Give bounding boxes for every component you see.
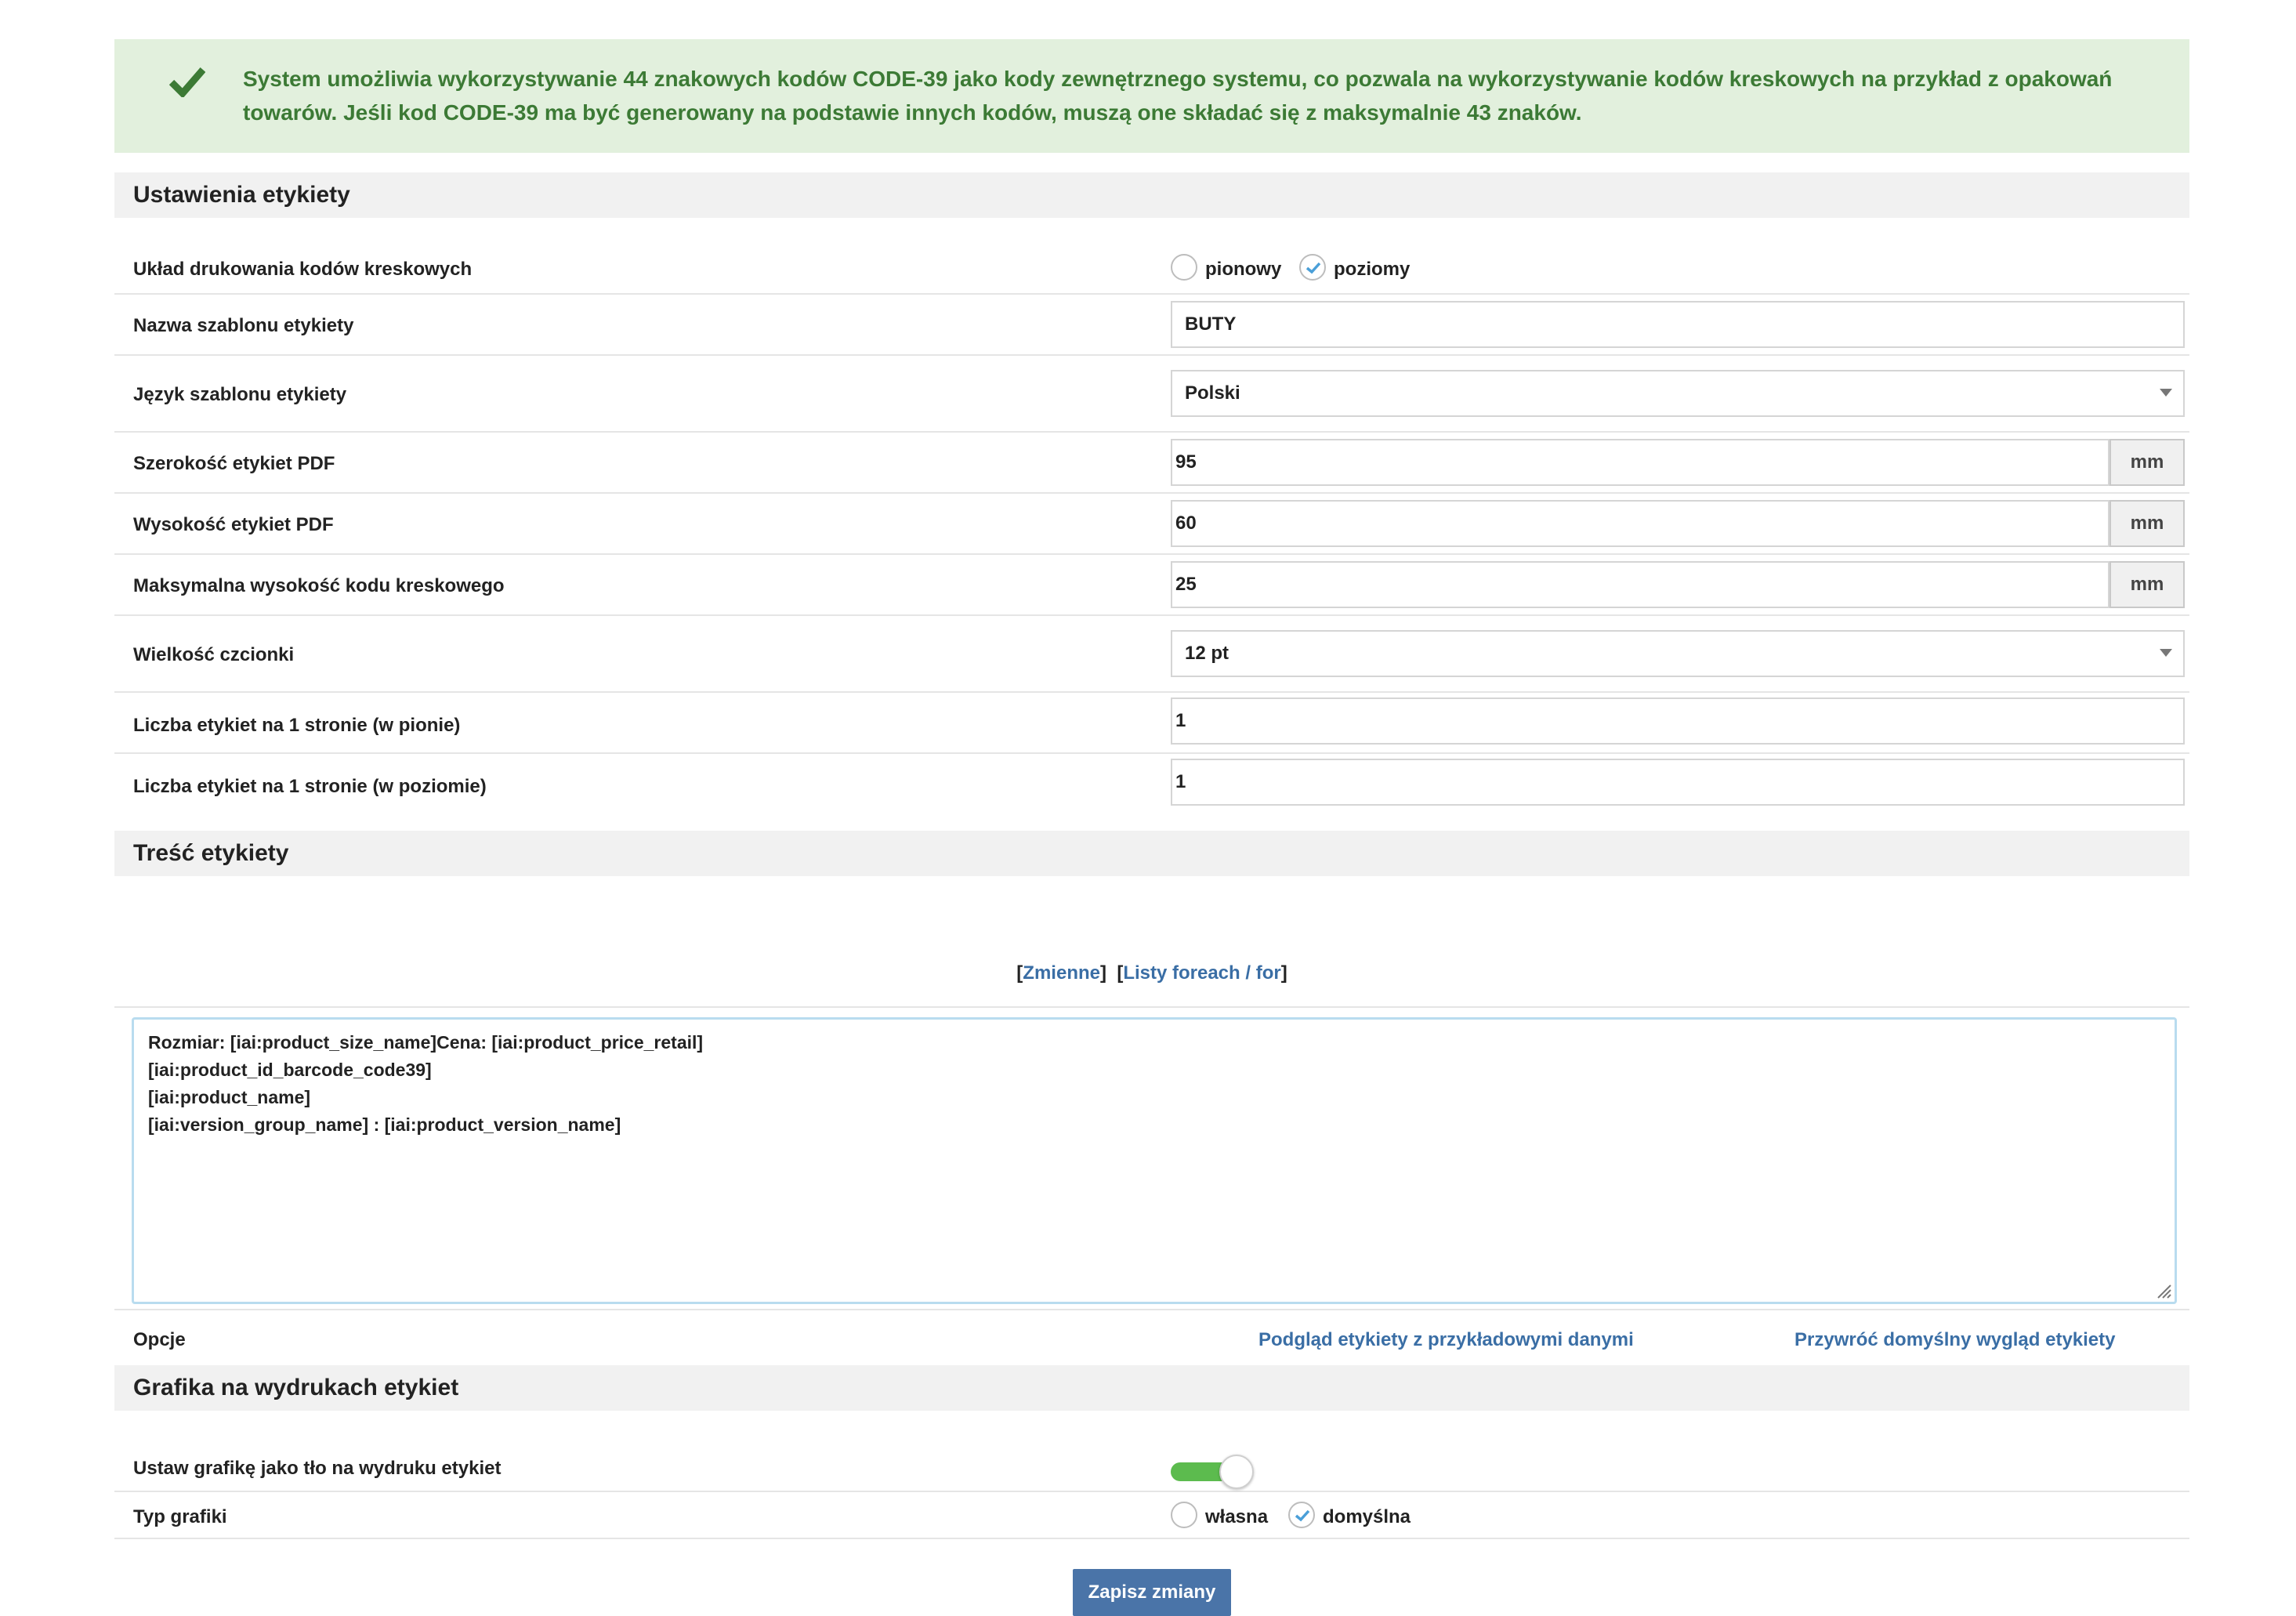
chevron-down-icon: [2160, 389, 2172, 397]
textarea-line: [iai:product_id_barcode_code39]: [148, 1060, 432, 1080]
variables-link[interactable]: Zmienne: [1023, 962, 1100, 984]
row-per-page-vertical: Liczba etykiet na 1 stronie (w pionie) 1: [114, 693, 2189, 754]
pdf-width-input[interactable]: 95: [1171, 439, 2109, 486]
radio-default-label: domyślna: [1323, 1506, 1411, 1527]
toggle-knob: [1219, 1455, 1254, 1489]
barcode-height-input[interactable]: 25: [1171, 561, 2109, 608]
label-settings-form: System umożliwia wykorzystywanie 44 znak…: [114, 39, 2189, 1616]
row-barcode-layout: Układ drukowania kodów kreskowych pionow…: [114, 218, 2189, 295]
template-language-value: Polski: [1185, 382, 1240, 404]
row-pdf-width: Szerokość etykiet PDF 95 mm: [114, 433, 2189, 494]
barcode-height-unit: mm: [2109, 561, 2185, 608]
section-header-content: Treść etykiety: [114, 831, 2189, 876]
template-name-label: Nazwa szablonu etykiety: [133, 315, 354, 336]
section-header-graphics: Grafika na wydrukach etykiet: [114, 1365, 2189, 1411]
radio-horizontal-label: poziomy: [1334, 259, 1411, 280]
section-header-settings: Ustawienia etykiety: [114, 172, 2189, 218]
row-background-graphic: Ustaw grafikę jako tło na wydruku etykie…: [114, 1411, 2189, 1492]
font-size-value: 12 pt: [1185, 643, 1229, 664]
save-button[interactable]: Zapisz zmiany: [1073, 1569, 1231, 1616]
background-graphic-label: Ustaw grafikę jako tło na wydruku etykie…: [133, 1458, 502, 1479]
per-page-vertical-input[interactable]: 1: [1171, 697, 2185, 745]
template-name-input[interactable]: BUTY: [1171, 301, 2185, 348]
check-icon: [169, 67, 205, 97]
pdf-width-unit: mm: [2109, 439, 2185, 486]
pdf-height-label: Wysokość etykiet PDF: [133, 514, 334, 535]
radio-vertical[interactable]: [1171, 254, 1197, 281]
radio-own-label: własna: [1205, 1506, 1269, 1527]
barcode-height-label: Maksymalna wysokość kodu kreskowego: [133, 575, 505, 596]
checkmark-icon: [1295, 1509, 1310, 1522]
restore-default-link[interactable]: Przywróć domyślny wygląd etykiety: [1794, 1329, 2116, 1351]
textarea-line: Rozmiar: [iai:product_size_name]Cena: [i…: [148, 1032, 704, 1053]
chevron-down-icon: [2160, 649, 2172, 657]
row-barcode-height: Maksymalna wysokość kodu kreskowego 25 m…: [114, 555, 2189, 616]
preview-link[interactable]: Podgląd etykiety z przykładowymi danymi: [1258, 1329, 1634, 1351]
per-page-vertical-label: Liczba etykiet na 1 stronie (w pionie): [133, 715, 461, 736]
template-language-label: Język szablonu etykiety: [133, 384, 347, 405]
graphic-type-label: Typ grafiki: [133, 1506, 227, 1527]
pdf-height-unit: mm: [2109, 500, 2185, 547]
textarea-line: [iai:product_name]: [148, 1087, 311, 1107]
radio-own[interactable]: [1171, 1502, 1197, 1528]
info-alert: System umożliwia wykorzystywanie 44 znak…: [114, 39, 2189, 153]
pdf-height-input[interactable]: 60: [1171, 500, 2109, 547]
checkmark-icon: [1306, 262, 1321, 274]
layout-label: Układ drukowania kodów kreskowych: [133, 259, 473, 280]
radio-horizontal[interactable]: [1299, 254, 1326, 281]
row-pdf-height: Wysokość etykiet PDF 60 mm: [114, 494, 2189, 555]
radio-default[interactable]: [1288, 1502, 1315, 1528]
per-page-horizontal-input[interactable]: 1: [1171, 759, 2185, 806]
font-size-select[interactable]: 12 pt: [1171, 630, 2185, 677]
radio-vertical-label: pionowy: [1205, 259, 1282, 280]
row-per-page-horizontal: Liczba etykiet na 1 stronie (w poziomie)…: [114, 754, 2189, 815]
loops-link[interactable]: Listy foreach / for: [1123, 962, 1280, 984]
resize-handle-icon[interactable]: [2154, 1281, 2171, 1299]
row-template-language: Język szablonu etykiety Polski: [114, 356, 2189, 433]
options-label: Opcje: [133, 1329, 186, 1350]
label-content-textarea[interactable]: Rozmiar: [iai:product_size_name]Cena: [i…: [132, 1017, 2177, 1304]
divider: [114, 1006, 2189, 1008]
font-size-label: Wielkość czcionki: [133, 644, 295, 665]
textarea-line: [iai:version_group_name] : [iai:product_…: [148, 1114, 621, 1135]
row-graphic-type: Typ grafiki własna domyślna: [114, 1492, 2189, 1539]
row-options: Opcje Podgląd etykiety z przykładowymi d…: [114, 1309, 2189, 1362]
background-graphic-toggle[interactable]: [1171, 1455, 1257, 1489]
pdf-width-label: Szerokość etykiet PDF: [133, 453, 335, 474]
alert-text: System umożliwia wykorzystywanie 44 znak…: [243, 67, 2113, 125]
per-page-horizontal-label: Liczba etykiet na 1 stronie (w poziomie): [133, 776, 487, 797]
row-font-size: Wielkość czcionki 12 pt: [114, 616, 2189, 693]
template-language-select[interactable]: Polski: [1171, 370, 2185, 417]
row-template-name: Nazwa szablonu etykiety BUTY: [114, 295, 2189, 356]
variable-links: [Zmienne] [Listy foreach / for]: [1016, 962, 1287, 984]
